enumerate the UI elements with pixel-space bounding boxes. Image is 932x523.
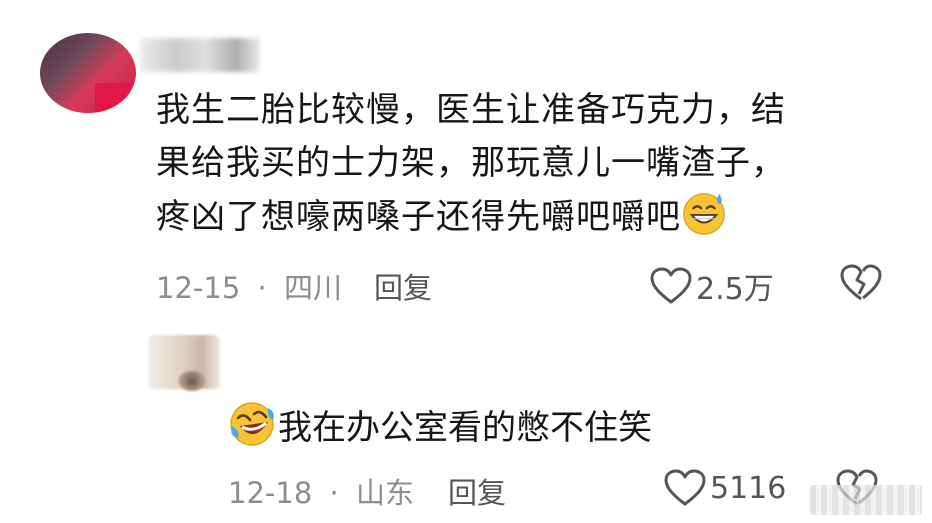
broken-heart-icon[interactable] — [840, 264, 882, 302]
comment-date: 12-15 — [156, 271, 241, 305]
reply-date: 12-18 — [228, 476, 313, 510]
reply-avatar[interactable] — [148, 335, 220, 391]
comment-line-1: 我生二胎比较慢，医生让准备巧克力，结 — [156, 90, 786, 130]
heart-outline-icon — [664, 469, 706, 506]
meta-separator: · — [329, 476, 339, 510]
like-button[interactable]: 2.5万 — [650, 264, 774, 308]
comment-line-3-text: 疼凶了想嚎两嗓子还得先嚼吧嚼吧 — [156, 197, 681, 237]
reply-like-button[interactable]: 5116 — [664, 469, 786, 507]
heart-outline-icon — [650, 267, 692, 304]
reply-reply-button[interactable]: 回复 — [448, 470, 506, 512]
comment-line-2: 果给我买的士力架，那玩意儿一嘴渣子， — [156, 143, 786, 183]
comment-meta: 12-15 · 四川 — [156, 265, 342, 307]
commenter-avatar[interactable] — [40, 33, 136, 113]
rolling-laughing-emoji-icon — [230, 402, 274, 446]
like-count: 2.5万 — [696, 272, 774, 307]
comment-text: 我生二胎比较慢，医生让准备巧克力，结 果给我买的士力架，那玩意儿一嘴渣子， 疼凶… — [156, 84, 886, 244]
reply-text: 我在办公室看的憋不住笑 — [228, 400, 652, 452]
commenter-username-blurred[interactable] — [140, 38, 260, 72]
meta-separator: · — [257, 271, 267, 305]
reply-button[interactable]: 回复 — [374, 265, 432, 307]
watermark — [810, 485, 922, 515]
comment-location: 四川 — [283, 271, 342, 305]
reply-meta: 12-18 · 山东 — [228, 470, 414, 512]
reply-location: 山东 — [355, 476, 414, 510]
reply-like-count: 5116 — [710, 470, 787, 506]
comment-line-3: 疼凶了想嚎两嗓子还得先嚼吧嚼吧 — [156, 190, 886, 244]
grinning-sweat-emoji-icon — [683, 193, 725, 235]
reply-text-content: 我在办公室看的憋不住笑 — [278, 408, 652, 448]
